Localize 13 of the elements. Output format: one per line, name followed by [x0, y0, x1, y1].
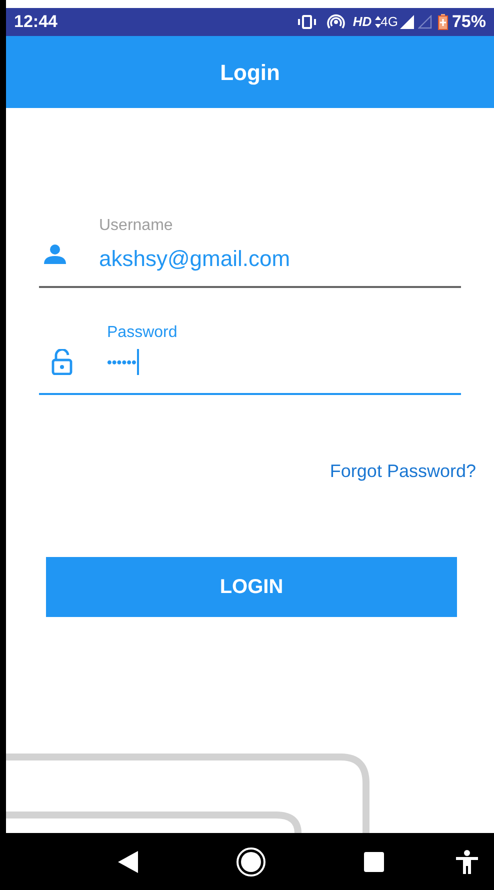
field-value: •••••• — [107, 352, 136, 372]
clock-time: 12:44 — [14, 11, 58, 34]
text-field[interactable]: Username akshsy@gmail.com — [39, 206, 461, 288]
hd-label: HD — [352, 13, 372, 32]
forgot-password-link[interactable]: Forgot Password? — [330, 458, 476, 485]
login-button[interactable]: LOGIN — [46, 557, 457, 617]
field-label: Username — [99, 216, 173, 236]
field-value: akshsy@gmail.com — [99, 245, 290, 273]
text-field[interactable]: Password •••••• — [39, 313, 461, 395]
battery-level: 75% — [452, 11, 486, 34]
field-label: Password — [107, 323, 178, 343]
network-type: 4G — [380, 13, 398, 32]
app-bar-title: Login — [220, 58, 280, 87]
